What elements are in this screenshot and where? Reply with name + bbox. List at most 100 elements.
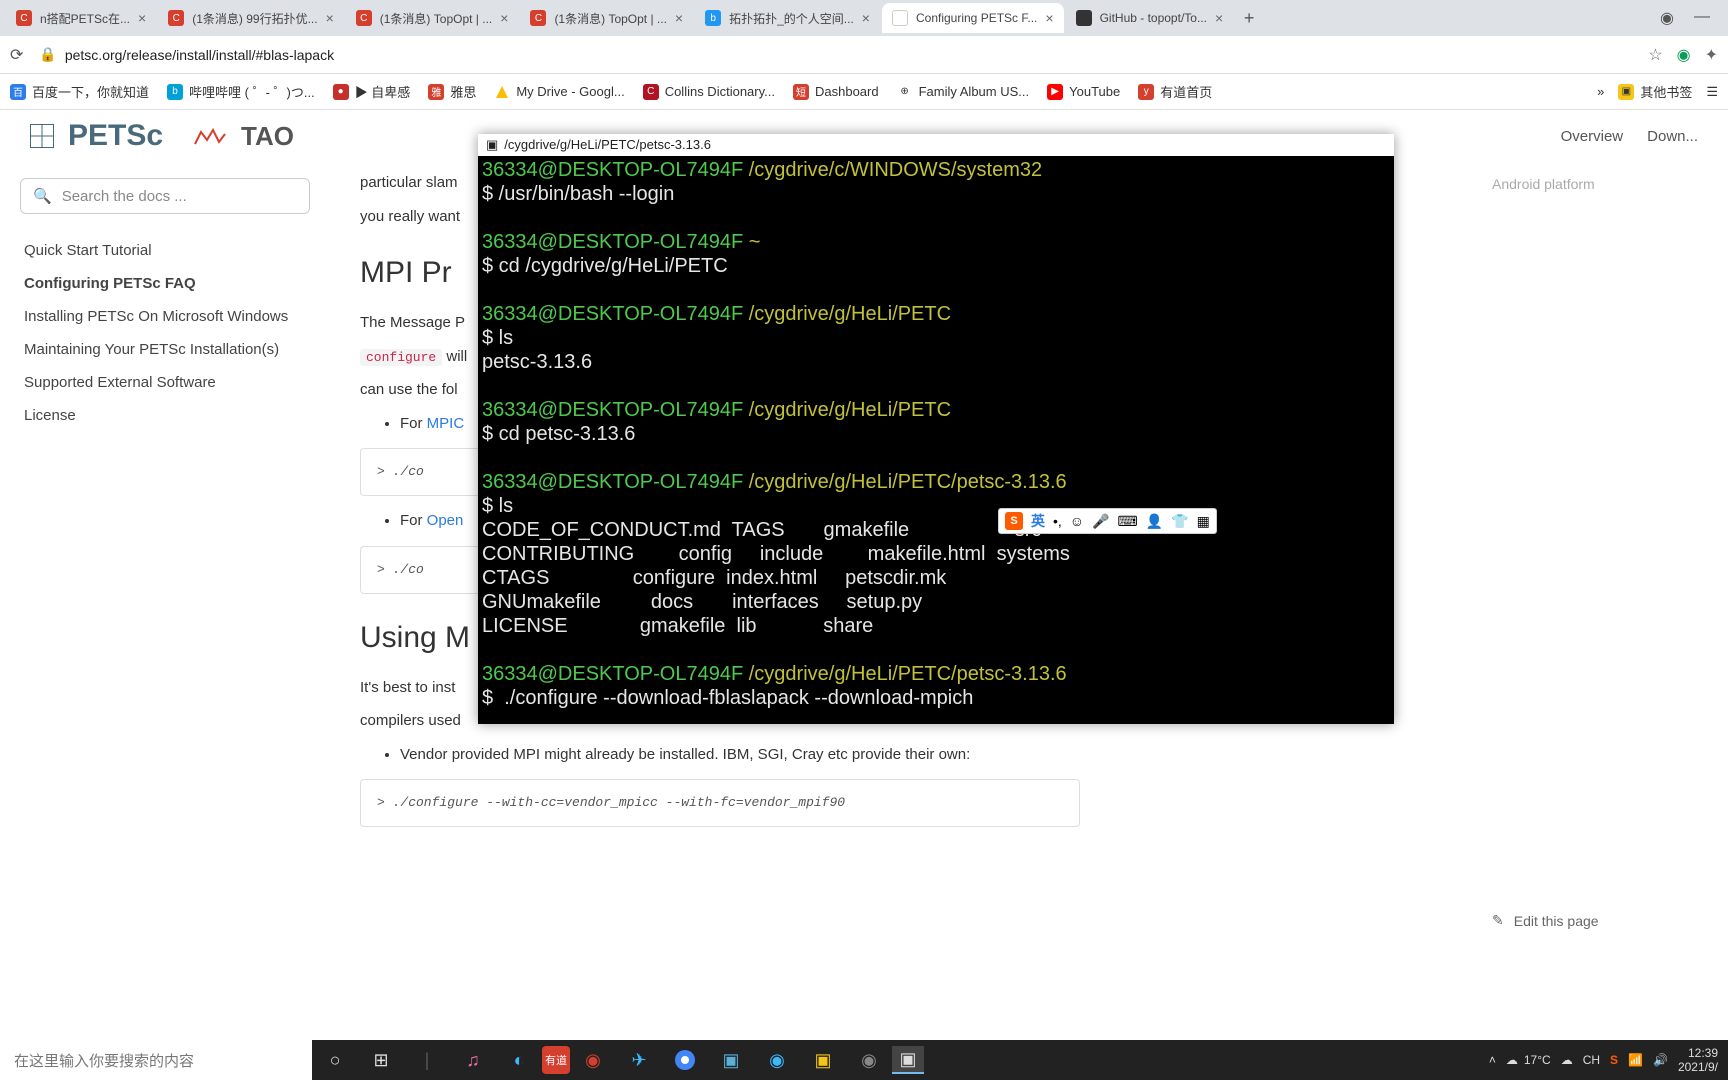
bookmark-item[interactable]: 短Dashboard	[793, 84, 879, 100]
bookmarks-overflow[interactable]: »	[1597, 84, 1604, 99]
new-tab-button[interactable]: +	[1235, 8, 1263, 29]
explorer-icon[interactable]: ▣	[800, 1040, 846, 1080]
edit-this-page[interactable]: ✎ Edit this page	[1492, 912, 1714, 929]
petsc-logo[interactable]: PETSc	[30, 119, 163, 153]
reading-list-icon[interactable]: ☰	[1706, 84, 1718, 100]
chrome-icon[interactable]	[662, 1040, 708, 1080]
close-icon[interactable]: ×	[675, 10, 683, 26]
terminal-body[interactable]: 36334@DESKTOP-OL7494F /cygdrive/c/WINDOW…	[478, 156, 1394, 712]
nav-overview[interactable]: Overview	[1561, 128, 1624, 145]
text: Android platform	[1492, 176, 1714, 192]
onedrive-icon[interactable]: ☁	[1561, 1053, 1573, 1067]
tab-0[interactable]: Cn搭配PETSc在...×	[6, 3, 156, 33]
divider: |	[404, 1040, 450, 1080]
taskbar-search[interactable]: 在这里输入你要搜索的内容	[0, 1040, 312, 1080]
tao-logo[interactable]: TAO	[193, 121, 294, 152]
close-icon[interactable]: ×	[1045, 10, 1053, 26]
itunes-icon[interactable]: ♫	[450, 1040, 496, 1080]
weather-widget[interactable]: ☁ 17°C	[1506, 1053, 1551, 1067]
bookmark-item[interactable]: My Drive - Googl...	[494, 84, 624, 100]
ime-user-icon[interactable]: 👤	[1146, 513, 1163, 530]
bookmark-label: 其他书签	[1640, 82, 1692, 101]
ime-skin-icon[interactable]: 👕	[1171, 513, 1188, 530]
bookmark-item[interactable]: b哔哩哔哩 ( ゜- ゜)つ...	[167, 82, 315, 101]
bookmark-item[interactable]: CCollins Dictionary...	[643, 84, 775, 100]
favicon: C	[530, 10, 546, 26]
tab-label: (1条消息) TopOpt | ...	[554, 10, 666, 27]
bookmark-label: ▶ 自卑感	[355, 82, 411, 101]
sidebar-item[interactable]: Supported External Software	[20, 366, 310, 399]
nav-download[interactable]: Down...	[1647, 128, 1698, 145]
terminal-taskbar-icon[interactable]: ▣	[892, 1046, 924, 1074]
favicon: C	[168, 10, 184, 26]
tab-3[interactable]: C (1条消息) TopOpt | ... ×	[520, 3, 693, 33]
reload-icon[interactable]: ⟳	[10, 45, 23, 65]
feishu-icon[interactable]: ✈	[616, 1040, 662, 1080]
tab-4[interactable]: b 拓扑拓扑_的个人空间... ×	[695, 3, 880, 33]
tab-2[interactable]: C(1条消息) TopOpt | ...×	[346, 3, 519, 33]
sidebar-item[interactable]: Configuring PETSc FAQ	[20, 267, 310, 300]
favicon: ▣	[892, 10, 908, 26]
wifi-icon[interactable]: 📶	[1628, 1053, 1643, 1067]
link[interactable]: Open	[427, 512, 464, 529]
tab-5[interactable]: ▣Configuring PETSc F...×	[882, 3, 1064, 33]
bookmark-label: Family Album US...	[919, 84, 1030, 99]
bookmark-item[interactable]: ●▶ 自卑感	[333, 82, 411, 101]
bookmark-label: Dashboard	[815, 84, 879, 99]
ime-indicator[interactable]: CH	[1583, 1053, 1600, 1067]
link[interactable]: MPIC	[427, 415, 465, 432]
close-icon[interactable]: ×	[326, 10, 334, 26]
ime-keyboard-icon[interactable]: ⌨	[1118, 513, 1138, 530]
qq-icon[interactable]: ◉	[754, 1040, 800, 1080]
close-icon[interactable]: ×	[500, 10, 508, 26]
star-icon[interactable]: ☆	[1648, 45, 1662, 65]
favicon: C	[356, 10, 372, 26]
tray-overflow[interactable]: ˄	[1489, 1053, 1496, 1067]
bookmark-item[interactable]: ⊕Family Album US...	[897, 84, 1030, 100]
terminal-window[interactable]: ▣ /cygdrive/g/HeLi/PETC/petsc-3.13.6 363…	[478, 134, 1394, 724]
youdao-icon[interactable]: 有道	[542, 1046, 570, 1074]
ime-grid-icon[interactable]: ▦	[1197, 513, 1210, 530]
taskbar-clock[interactable]: 12:39 2021/9/	[1678, 1046, 1718, 1075]
account-icon[interactable]: ◉	[1660, 8, 1674, 28]
close-icon[interactable]: ×	[138, 10, 146, 26]
sidebar-item[interactable]: Installing PETSc On Microsoft Windows	[20, 300, 310, 333]
store-icon[interactable]: ▣	[708, 1040, 754, 1080]
bookmark-item[interactable]: ▶YouTube	[1047, 84, 1120, 100]
ime-lang[interactable]: 英	[1031, 511, 1045, 531]
ime-toolbar[interactable]: S 英 •, ☺ 🎤 ⌨ 👤 👕 ▦	[998, 508, 1217, 534]
minimize-icon[interactable]: —	[1694, 8, 1710, 28]
sidebar-item[interactable]: Maintaining Your PETSc Installation(s)	[20, 333, 310, 366]
bookmark-icon: b	[167, 84, 183, 100]
ime-punct-icon[interactable]: •,	[1053, 513, 1062, 529]
netease-icon[interactable]: ◉	[570, 1040, 616, 1080]
tab-6[interactable]: GitHub - topopt/To...×	[1066, 3, 1234, 33]
edge-icon[interactable]: ◐	[496, 1040, 542, 1080]
puzzle-icon[interactable]: ✦	[1705, 45, 1718, 65]
sidebar-item[interactable]: Quick Start Tutorial	[20, 234, 310, 267]
ime-voice-icon[interactable]: 🎤	[1092, 513, 1109, 530]
taskview-icon[interactable]: ⊞	[358, 1040, 404, 1080]
volume-icon[interactable]: 🔊	[1653, 1053, 1668, 1067]
obs-icon[interactable]: ◉	[846, 1040, 892, 1080]
favicon: b	[705, 10, 721, 26]
sogou-icon[interactable]: S	[1005, 512, 1023, 530]
tao-icon	[193, 126, 227, 146]
other-bookmarks[interactable]: ▣其他书签	[1618, 82, 1692, 101]
tab-1[interactable]: C(1条消息) 99行拓扑优...×	[158, 3, 344, 33]
docs-search[interactable]: 🔍 Search the docs ...	[20, 178, 310, 214]
url-box[interactable]: 🔒 petsc.org/release/install/install/#bla…	[39, 46, 334, 63]
ime-emoji-icon[interactable]: ☺	[1070, 513, 1084, 529]
close-icon[interactable]: ×	[1215, 10, 1223, 26]
extension-icon[interactable]: ◉	[1677, 45, 1691, 65]
tab-label: 拓扑拓扑_的个人空间...	[729, 10, 854, 27]
cortana-icon[interactable]: ○	[312, 1040, 358, 1080]
sidebar-item[interactable]: License	[20, 399, 310, 432]
sogou-tray-icon[interactable]: S	[1610, 1053, 1618, 1067]
bookmark-item[interactable]: 百百度一下，你就知道	[10, 82, 149, 101]
bookmark-item[interactable]: 雅雅思	[428, 82, 476, 101]
bookmark-item[interactable]: y有道首页	[1138, 82, 1212, 101]
close-icon[interactable]: ×	[862, 10, 870, 26]
terminal-titlebar[interactable]: ▣ /cygdrive/g/HeLi/PETC/petsc-3.13.6	[478, 134, 1394, 156]
logo-text: TAO	[241, 121, 294, 152]
